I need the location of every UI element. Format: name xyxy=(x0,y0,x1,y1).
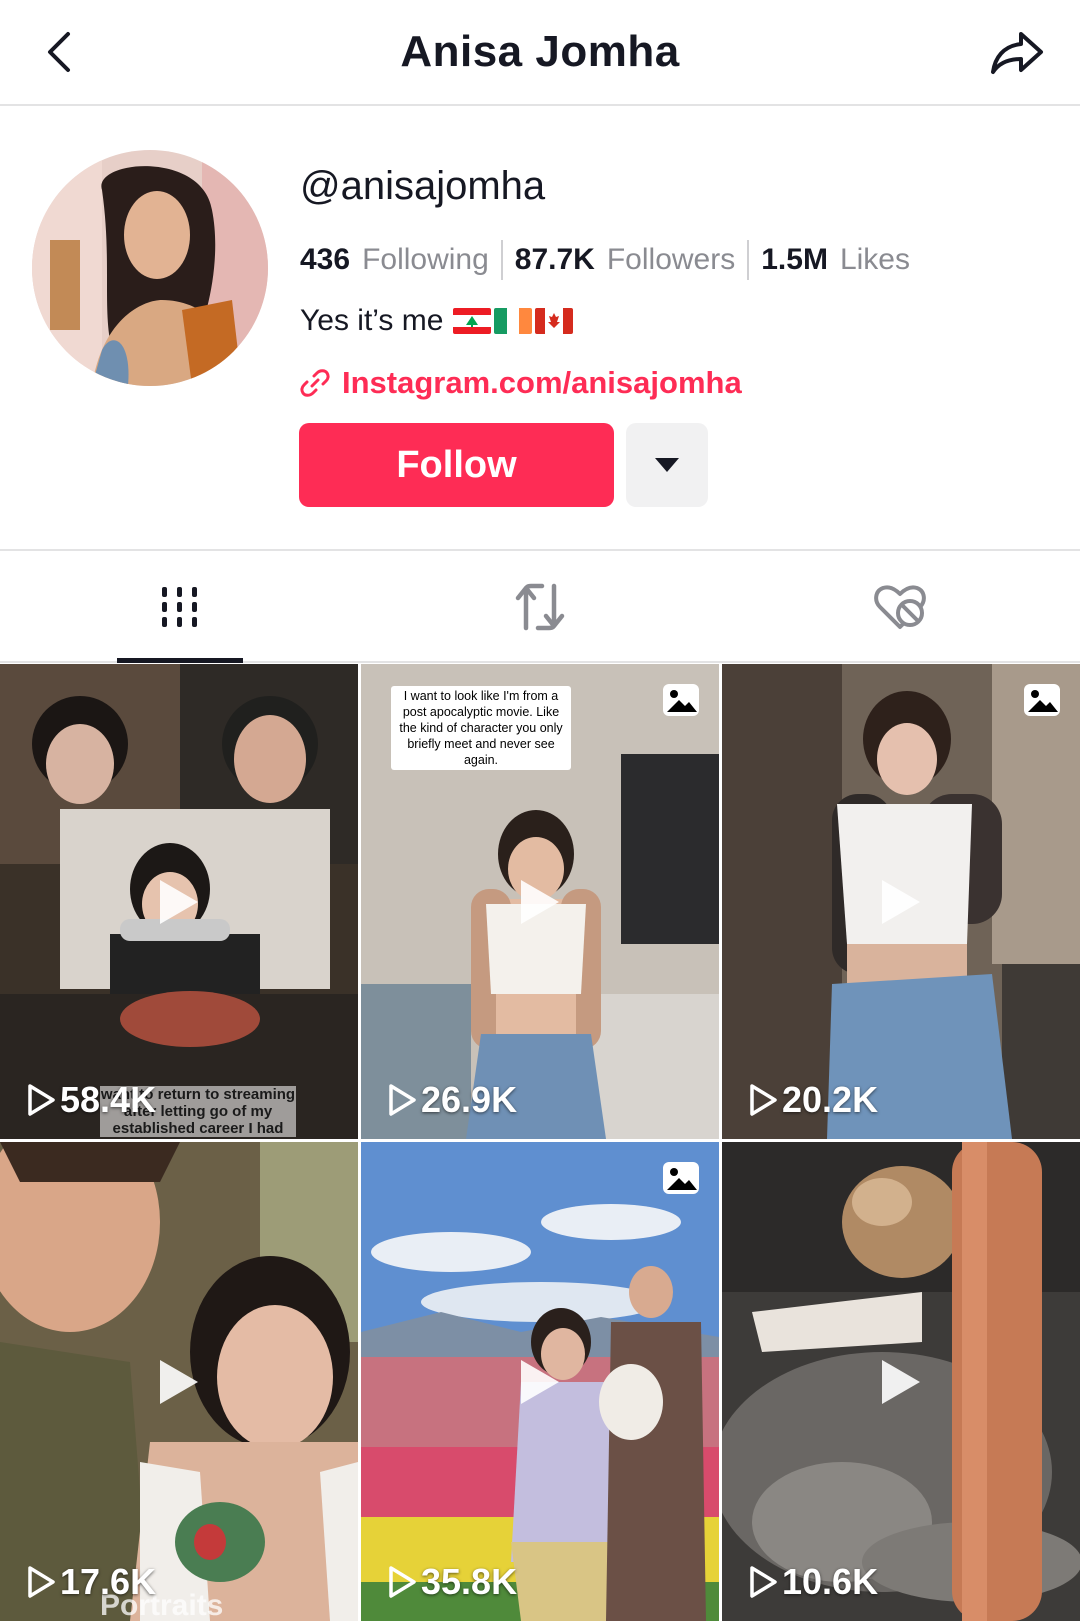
likes-label: Likes xyxy=(839,243,910,276)
following-count: 436 xyxy=(300,243,351,276)
photo-badge-icon xyxy=(663,1162,699,1194)
video-thumbnail[interactable]: Portraits 17.6K xyxy=(0,1142,358,1621)
avatar-photo xyxy=(32,150,268,386)
hidden-heart-icon xyxy=(874,585,926,629)
ireland-flag-icon xyxy=(494,308,533,334)
profile-bio: Yes it’s me xyxy=(300,298,574,344)
play-icon xyxy=(160,1359,198,1404)
view-count: 17.6K xyxy=(26,1561,156,1603)
play-icon xyxy=(160,879,198,924)
video-grid: want to return to streaming after lettin… xyxy=(0,664,1080,1621)
lebanon-flag-icon xyxy=(453,308,492,334)
bio-text: Yes it’s me xyxy=(300,304,444,337)
view-count: 58.4K xyxy=(26,1079,156,1121)
view-count-text: 58.4K xyxy=(60,1079,157,1120)
view-count-text: 20.2K xyxy=(782,1079,879,1120)
profile-handle: @anisajomha xyxy=(300,164,546,208)
link-icon xyxy=(300,368,330,398)
video-caption: I want to look like I'm from a post apoc… xyxy=(391,686,571,770)
view-count-text: 26.9K xyxy=(421,1079,518,1120)
followers-label: Followers xyxy=(606,243,736,276)
likes-count: 1.5M xyxy=(761,243,828,276)
play-outline-icon xyxy=(28,1084,55,1116)
play-icon xyxy=(521,879,559,924)
active-tab-indicator xyxy=(117,658,243,663)
view-count: 10.6K xyxy=(748,1561,878,1603)
more-options-button[interactable] xyxy=(626,423,708,507)
view-count: 20.2K xyxy=(748,1079,878,1121)
link-text: Instagram.com/anisajomha xyxy=(342,365,742,400)
following-label: Following xyxy=(362,243,489,276)
video-thumbnail[interactable]: 20.2K xyxy=(722,664,1080,1139)
page-title: Anisa Jomha xyxy=(400,27,680,76)
play-icon xyxy=(882,1359,920,1404)
play-icon xyxy=(882,879,920,924)
profile-stats: 436 Following 87.7K Followers 1.5M Likes xyxy=(300,236,910,284)
followers-stat[interactable]: 87.7K Followers xyxy=(515,243,735,277)
stat-divider xyxy=(500,240,503,280)
view-count-text: 17.6K xyxy=(60,1561,157,1602)
bio-flags xyxy=(453,308,574,334)
following-stat[interactable]: 436 Following xyxy=(300,243,489,277)
play-outline-icon xyxy=(389,1566,416,1598)
chevron-left-icon xyxy=(48,32,70,72)
share-button[interactable] xyxy=(984,22,1050,82)
share-arrow-icon xyxy=(991,32,1043,74)
play-icon xyxy=(521,1359,559,1404)
back-button[interactable] xyxy=(30,22,90,82)
video-thumbnail[interactable]: 10.6K xyxy=(722,1142,1080,1621)
followers-count: 87.7K xyxy=(514,243,595,276)
grid-lines-icon xyxy=(162,587,197,627)
play-outline-icon xyxy=(389,1084,416,1116)
photo-badge-icon xyxy=(1024,684,1060,716)
reposts-tab[interactable] xyxy=(360,551,720,663)
likes-stat: 1.5M Likes xyxy=(761,243,910,277)
play-outline-icon xyxy=(750,1566,777,1598)
top-bar: Anisa Jomha xyxy=(0,0,1080,106)
follow-button[interactable]: Follow xyxy=(299,423,614,507)
view-count: 35.8K xyxy=(387,1561,517,1603)
video-thumbnail[interactable]: 35.8K xyxy=(361,1142,719,1621)
view-count-text: 35.8K xyxy=(421,1561,518,1602)
videos-tab[interactable] xyxy=(0,551,360,663)
view-count: 26.9K xyxy=(387,1079,517,1121)
video-thumbnail[interactable]: want to return to streaming after lettin… xyxy=(0,664,358,1139)
play-outline-icon xyxy=(750,1084,777,1116)
canada-flag-icon xyxy=(535,308,574,334)
video-thumbnail[interactable]: I want to look like I'm from a post apoc… xyxy=(361,664,719,1139)
liked-tab[interactable] xyxy=(720,551,1080,663)
repost-arrows-icon xyxy=(515,583,565,631)
caret-down-icon xyxy=(655,458,679,472)
play-outline-icon xyxy=(28,1566,55,1598)
profile-link[interactable]: Instagram.com/anisajomha xyxy=(300,360,742,406)
avatar[interactable] xyxy=(32,150,268,386)
profile-tabs xyxy=(0,549,1080,663)
stat-divider xyxy=(747,240,750,280)
photo-badge-icon xyxy=(663,684,699,716)
view-count-text: 10.6K xyxy=(782,1561,879,1602)
